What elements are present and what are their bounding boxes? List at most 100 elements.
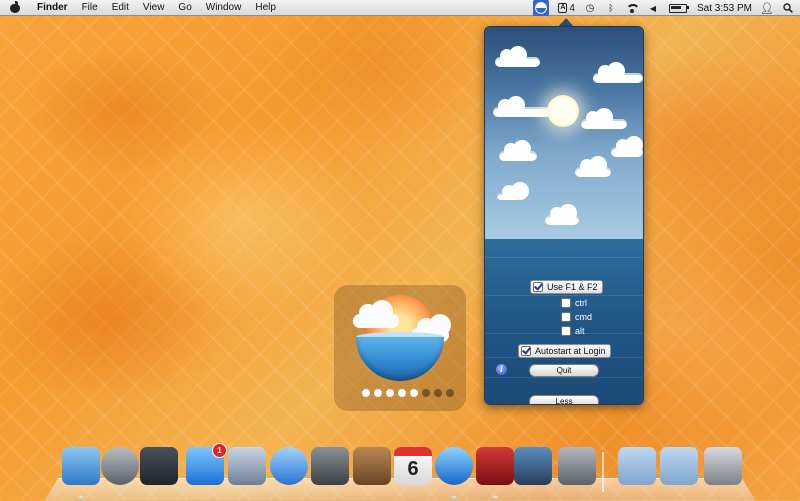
battery-level [670,5,682,9]
dock-item-system-preferences[interactable] [558,447,596,485]
alt-checkbox[interactable]: alt [561,326,585,336]
dock-item-applications-folder[interactable] [618,447,656,485]
level-dot [410,389,418,397]
level-dot [398,389,406,397]
address-book-icon [353,447,391,485]
dock-divider [602,452,604,492]
dock-item-iphoto[interactable] [514,447,552,485]
gear-icon [558,447,596,485]
ctrl-checkbox[interactable]: ctrl [561,298,587,308]
running-indicator [493,496,497,498]
user-icon[interactable]: 👤︎ [760,2,774,15]
calendar-icon: 6 [407,457,419,480]
level-dot [434,389,442,397]
quit-button[interactable]: Quit [529,364,599,377]
app-logo-icon [353,292,451,386]
cloud-icon [499,140,537,161]
level-dot [374,389,382,397]
dock-item-photo-booth[interactable] [476,447,514,485]
dock-item-safari[interactable] [270,447,308,485]
sun-icon [547,95,579,127]
dock-item-address-book[interactable] [353,447,391,485]
menu-extras: A 4 ◷ ᛒ ◀ Sat 3:53 PM 👤︎ [533,0,794,16]
rocket-icon [101,447,139,485]
autostart-box [521,346,531,356]
time-machine-icon[interactable]: ◷ [584,2,596,14]
compass-icon [270,447,308,485]
finder-icon [62,447,100,485]
use-f1-f2-box [533,282,543,292]
camera-icon [311,447,349,485]
dock-item-itunes[interactable] [435,447,473,485]
menu-view[interactable]: View [136,0,172,16]
sky-illustration [485,27,643,239]
cloud-icon [581,108,627,129]
notification-badge: 1 [212,443,227,458]
menu-help[interactable]: Help [248,0,283,16]
curtain-icon [476,447,514,485]
music-note-icon [435,447,473,485]
alt-label: alt [575,326,585,336]
menubar-clock[interactable]: Sat 3:53 PM [697,3,752,14]
photo-icon [514,447,552,485]
alt-box [561,326,571,336]
cloud-icon [575,156,611,177]
ctrl-label: ctrl [575,298,587,308]
apple-icon[interactable] [10,1,20,13]
bluetooth-icon[interactable]: ᛒ [605,2,617,14]
trash-icon [704,447,742,485]
folder-icon [618,447,656,485]
stamp-icon [228,447,266,485]
menu-go[interactable]: Go [171,0,198,16]
menu-edit[interactable]: Edit [105,0,136,16]
adobe-count: 4 [569,2,575,14]
less-button[interactable]: Less [529,395,599,404]
level-dot [446,389,454,397]
use-f1-f2-label: Use F1 & F2 [547,282,598,292]
menu-app-name[interactable]: Finder [30,0,75,16]
cloud-icon [593,62,643,83]
info-icon[interactable]: i [496,364,507,375]
cloud-icon [493,96,551,117]
menu-file[interactable]: File [75,0,105,16]
volume-icon[interactable]: ◀ [647,2,659,14]
adobe-icon[interactable]: A 4 [558,2,575,14]
cmd-checkbox[interactable]: cmd [561,312,592,322]
menu-window[interactable]: Window [199,0,249,16]
dock-item-downloads-folder[interactable] [660,447,698,485]
running-indicator [452,496,456,498]
dock-item-facetime[interactable] [311,447,349,485]
ctrl-box [561,298,571,308]
cloud-icon [545,204,579,225]
app-popover: Use F1 & F2 ctrl cmd alt Autostart at Lo… [484,26,644,405]
level-indicator [362,389,454,397]
cloud-icon [497,182,529,200]
dock-item-mail-stamp[interactable] [228,447,266,485]
running-indicator [79,496,83,498]
downloads-folder-icon [660,447,698,485]
dock-item-finder[interactable] [62,447,100,485]
spotlight-icon[interactable] [782,2,794,14]
autostart-checkbox[interactable]: Autostart at Login [518,344,611,358]
level-hud [334,285,466,411]
wifi-icon[interactable] [625,2,638,14]
battery-icon[interactable] [668,2,689,14]
app-status-item[interactable] [533,0,550,16]
dock-item-app-store[interactable]: 1 [186,443,227,485]
menu-bar: Finder File Edit View Go Window Help A 4… [0,0,800,16]
level-dot [422,389,430,397]
cmd-box [561,312,571,322]
cloud-icon [611,136,643,157]
dock-item-trash[interactable] [704,447,742,485]
cloud-icon [495,46,540,67]
cmd-label: cmd [575,312,593,322]
use-f1-f2-checkbox[interactable]: Use F1 & F2 [530,280,603,294]
globe-icon [535,2,548,14]
dock-item-launchpad[interactable] [101,447,139,485]
level-dot [386,389,394,397]
autostart-label: Autostart at Login [535,346,606,356]
dock-item-ical[interactable]: 6 [394,447,432,485]
level-dot [362,389,370,397]
dock-item-mission-control[interactable] [140,447,178,485]
mission-control-icon [140,447,178,485]
